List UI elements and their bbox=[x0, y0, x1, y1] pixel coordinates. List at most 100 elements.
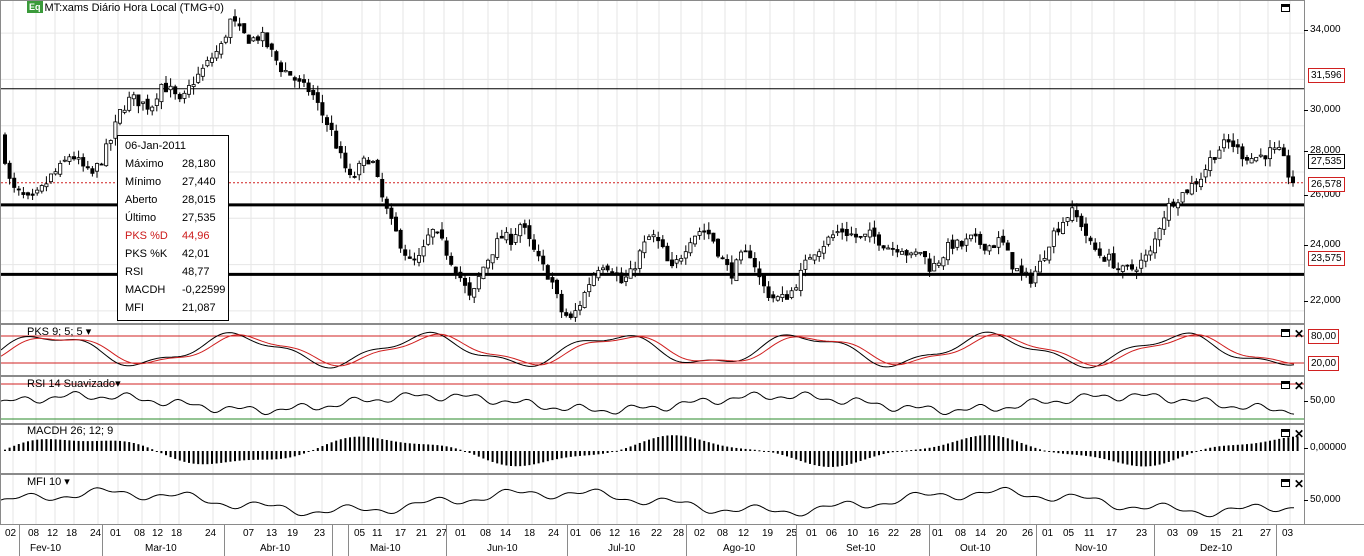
candle-body bbox=[476, 276, 481, 290]
rsi-pane[interactable]: RSI 14 Suavizado▾ ✕ bbox=[0, 376, 1305, 424]
macd-bar bbox=[855, 451, 857, 463]
candle-body bbox=[601, 267, 606, 271]
candle-body bbox=[890, 248, 895, 250]
macd-bar bbox=[31, 440, 34, 451]
candle-body bbox=[338, 146, 343, 154]
macd-bar bbox=[730, 447, 733, 451]
support-tag-2: 23,575 bbox=[1308, 251, 1345, 266]
macd-bar bbox=[638, 442, 641, 451]
macd-bar bbox=[776, 451, 779, 454]
candle-body bbox=[1088, 237, 1093, 242]
x-day-label: 14 bbox=[500, 528, 512, 539]
candle-body bbox=[260, 31, 265, 42]
macd-bar bbox=[1066, 451, 1069, 455]
macd-bar bbox=[1057, 451, 1060, 454]
candle-body bbox=[76, 157, 81, 160]
maximize-icon[interactable] bbox=[1281, 381, 1290, 389]
candle-body bbox=[1281, 147, 1286, 157]
x-day-label: 19 bbox=[762, 528, 774, 539]
candle-body bbox=[67, 156, 72, 162]
maximize-icon[interactable] bbox=[1281, 329, 1290, 337]
maximize-icon[interactable] bbox=[1281, 4, 1290, 12]
mfi-line bbox=[1, 486, 1294, 518]
close-icon[interactable]: ✕ bbox=[1294, 428, 1304, 440]
macd-title[interactable]: MACDH 26; 12; 9 bbox=[27, 425, 113, 437]
x-day-label: 23 bbox=[314, 528, 326, 539]
macd-bar bbox=[1103, 451, 1106, 460]
candle-body bbox=[798, 269, 803, 291]
candle-body bbox=[306, 82, 311, 93]
macd-axis: 0,00000 bbox=[1303, 424, 1364, 474]
chevron-down-icon[interactable]: ▾ bbox=[64, 476, 70, 488]
candle-body bbox=[25, 192, 30, 196]
macd-bar bbox=[40, 439, 43, 451]
chevron-down-icon[interactable]: ▾ bbox=[86, 326, 92, 338]
candle-body bbox=[1254, 156, 1259, 162]
candle-body bbox=[946, 242, 951, 261]
x-day-label: 18 bbox=[171, 528, 183, 539]
macd-bar bbox=[206, 451, 209, 465]
price-tick: 30,000 bbox=[1304, 104, 1341, 115]
candle-body bbox=[1203, 169, 1208, 178]
candle-body bbox=[352, 176, 357, 178]
close-icon[interactable]: ✕ bbox=[1294, 478, 1304, 490]
chevron-down-icon[interactable]: ▾ bbox=[115, 378, 121, 390]
candle-body bbox=[835, 231, 840, 234]
pks-pane[interactable]: PKS 9; 5; 5 ▾ ✕ bbox=[0, 324, 1305, 376]
x-day-label: 13 bbox=[266, 528, 278, 539]
x-month-label: Set-10 bbox=[846, 543, 876, 554]
candle-body bbox=[1125, 264, 1130, 267]
macd-bar bbox=[767, 451, 770, 452]
candle-body bbox=[403, 249, 408, 256]
maximize-icon[interactable] bbox=[1281, 479, 1290, 487]
candle-body bbox=[739, 251, 744, 261]
candle-body bbox=[1033, 270, 1038, 284]
candle-body bbox=[90, 168, 95, 174]
macd-bar bbox=[155, 451, 158, 452]
macd-bar bbox=[349, 437, 351, 451]
macd-bar bbox=[988, 435, 991, 451]
macd-bar bbox=[280, 451, 282, 459]
macd-bar bbox=[1011, 439, 1014, 451]
close-icon[interactable]: ✕ bbox=[1294, 328, 1304, 340]
candle-body bbox=[1189, 183, 1194, 195]
macd-bar bbox=[1002, 437, 1005, 451]
candle-body bbox=[1286, 155, 1291, 178]
macd-bar bbox=[905, 450, 908, 452]
macd-bar bbox=[174, 451, 177, 459]
candle-body bbox=[1010, 252, 1015, 270]
pks-title[interactable]: PKS 9; 5; 5 ▾ bbox=[27, 325, 91, 338]
macd-bar bbox=[565, 451, 568, 458]
macd-bar bbox=[1048, 451, 1051, 452]
macd-bar bbox=[629, 446, 632, 451]
x-day-label: 12 bbox=[152, 528, 164, 539]
macd-bar bbox=[772, 451, 775, 453]
rsi-title[interactable]: RSI 14 Suavizado▾ bbox=[27, 377, 121, 390]
candle-body bbox=[610, 271, 615, 274]
macd-bar bbox=[836, 451, 839, 467]
macd-bar bbox=[496, 451, 499, 464]
candle-body bbox=[996, 237, 1001, 248]
macd-pane[interactable]: MACDH 26; 12; 9 ✕ bbox=[0, 424, 1305, 474]
time-axis[interactable]: 02 08 12 18 24 01 08 12 18 24 07 13 19 23 05 11 17 21 27 01… bbox=[0, 524, 1305, 556]
macd-bar bbox=[100, 440, 103, 451]
candle-body bbox=[716, 238, 721, 257]
macd-bar bbox=[910, 450, 913, 452]
candle-body bbox=[182, 92, 187, 99]
mfi-pane[interactable]: MFI 10 ▾ ✕ bbox=[0, 474, 1305, 525]
mfi-title[interactable]: MFI 10 ▾ bbox=[27, 475, 70, 488]
macd-bar bbox=[316, 448, 319, 451]
candle-body bbox=[1047, 246, 1052, 261]
resistance-tag: 31,596 bbox=[1308, 68, 1345, 83]
x-day-label: 07 bbox=[243, 528, 255, 539]
macd-bar bbox=[1282, 437, 1285, 451]
close-icon[interactable]: ✕ bbox=[1294, 380, 1304, 392]
tooltip-row: PKS %K 42,01 bbox=[125, 248, 210, 260]
candle-body bbox=[941, 257, 946, 267]
macd-tick: 0,00000 bbox=[1303, 442, 1347, 453]
candle-body bbox=[407, 256, 412, 259]
macd-bar bbox=[330, 442, 333, 451]
candle-body bbox=[1157, 228, 1162, 241]
maximize-icon[interactable] bbox=[1281, 429, 1290, 437]
macd-bar bbox=[1062, 451, 1064, 454]
